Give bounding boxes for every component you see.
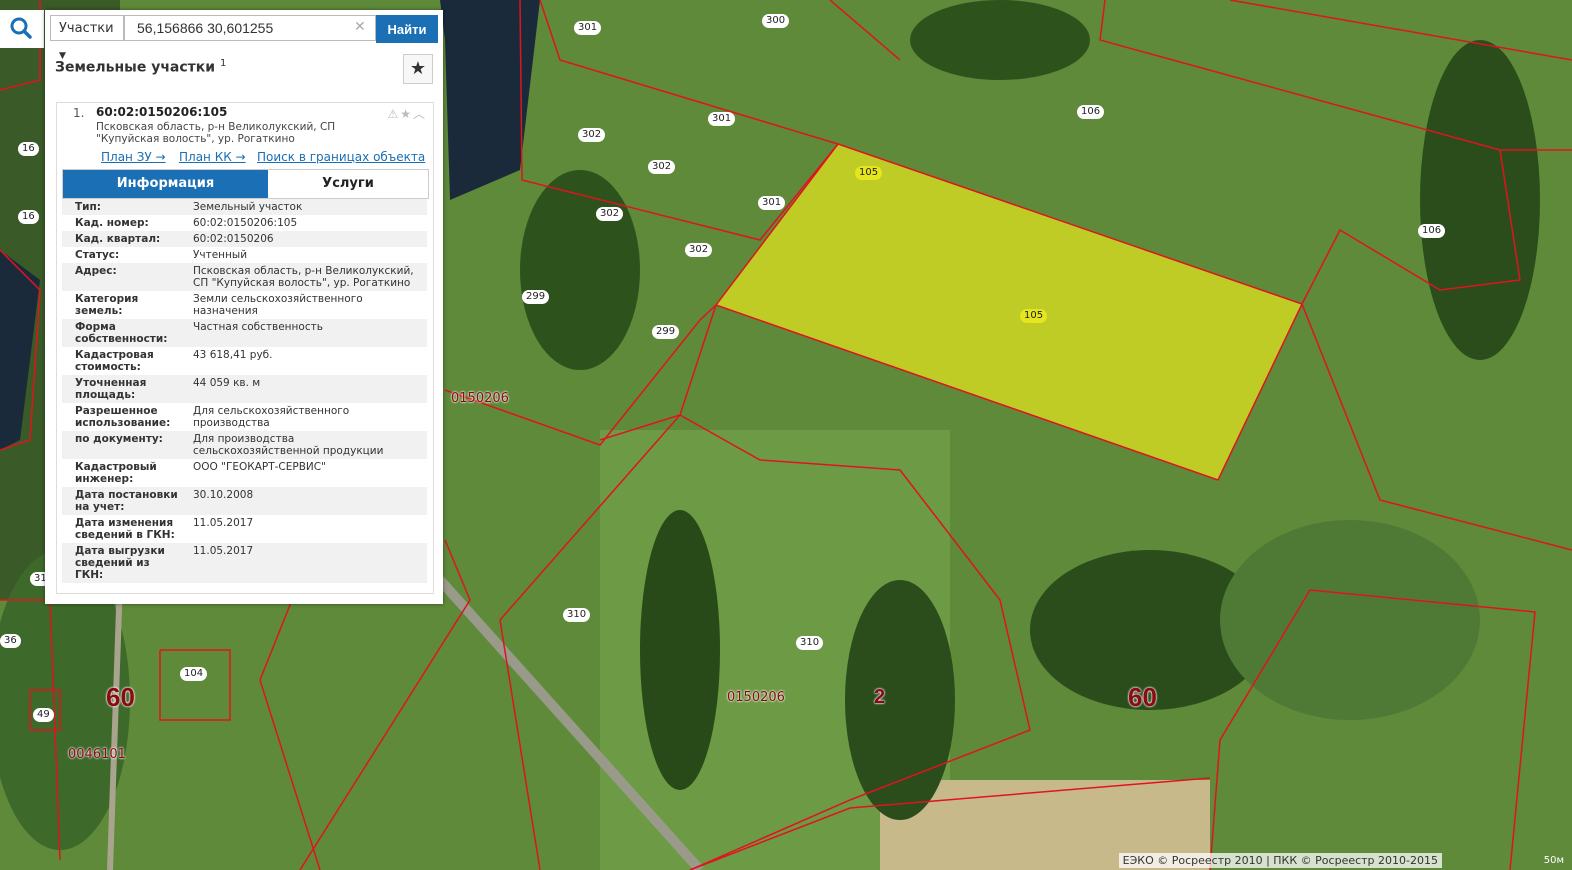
- parcel-label: 301: [574, 21, 602, 35]
- info-row: Кад. номер: 60:02:0150206:105: [62, 215, 427, 231]
- panel-title: Земельные участки 1: [55, 58, 227, 76]
- district-label: 60: [106, 682, 135, 712]
- info-row: Кадастровая стоимость: 43 618,41 руб.: [62, 347, 427, 375]
- info-key: Кад. номер:: [75, 217, 149, 229]
- caret-down-icon: ▼: [59, 51, 66, 61]
- warning-icon[interactable]: ⚠: [387, 107, 400, 121]
- parcel-card: 1. 60:02:0150206:105 Псковская область, …: [56, 102, 434, 594]
- tab-services[interactable]: Услуги: [268, 170, 428, 198]
- info-key: Категория земель:: [75, 293, 139, 317]
- info-value: 44 059 кв. м: [193, 377, 261, 389]
- info-key: Кад. квартал:: [75, 233, 161, 245]
- info-key: Дата выгрузки сведений из ГКН:: [75, 545, 165, 581]
- find-button[interactable]: Найти: [376, 15, 438, 43]
- info-row: Адрес: Псковская область, р-н Великолукск…: [62, 263, 427, 291]
- info-row: Форма собственности: Частная собственност…: [62, 319, 427, 347]
- info-row: Разрешенное использование: Для сельскохоз…: [62, 403, 427, 431]
- info-key: Кадастровая стоимость:: [75, 349, 154, 373]
- parcel-label: 302: [648, 160, 676, 174]
- info-row: Категория земель: Земли сельскохозяйствен…: [62, 291, 427, 319]
- info-row: Кад. квартал: 60:02:0150206: [62, 231, 427, 247]
- info-key: Уточненная площадь:: [75, 377, 147, 401]
- info-value: Учтенный: [193, 249, 248, 261]
- info-key: Статус:: [75, 249, 120, 261]
- parcel-label: 299: [652, 325, 680, 339]
- info-key: Разрешенное использование:: [75, 405, 171, 429]
- parcel-label: 16: [18, 210, 39, 224]
- info-value[interactable]: 60:02:0150206:105: [185, 215, 427, 231]
- info-key: по документу:: [75, 433, 163, 445]
- info-value: Для сельскохозяйственного производства: [193, 405, 350, 429]
- info-value: 11.05.2017: [193, 517, 254, 529]
- parcel-label: 104: [180, 667, 208, 681]
- favorites-button[interactable]: ★: [403, 54, 433, 84]
- info-value: Для производства сельскохозяйственной пр…: [193, 433, 384, 457]
- parcel-label: 106: [1077, 105, 1105, 119]
- scale-bar: 50м: [1543, 855, 1564, 866]
- tab-information[interactable]: Информация: [63, 170, 268, 198]
- info-value: ООО "ГЕОКАРТ-СЕРВИС": [193, 461, 326, 473]
- star-icon: ★: [409, 58, 427, 79]
- parcel-label: 16: [18, 142, 39, 156]
- parcel-label: 302: [578, 128, 606, 142]
- info-key: Тип:: [75, 201, 101, 213]
- chevron-up-icon[interactable]: ︿: [413, 107, 427, 121]
- result-count: 1: [219, 58, 227, 69]
- parcel-label: 310: [563, 608, 591, 622]
- info-key: Форма собственности:: [75, 321, 168, 345]
- parcel-label: 49: [33, 708, 54, 722]
- parcel-label: 299: [522, 290, 550, 304]
- info-value: Земли сельскохозяйственного назначения: [193, 293, 363, 317]
- parcel-info-table: Тип: Земельный участок Кад. номер: 60:02:01…: [62, 199, 427, 583]
- info-row: Тип: Земельный участок: [62, 199, 427, 215]
- info-key: Кадастровый инженер:: [75, 461, 157, 485]
- search-input[interactable]: [124, 15, 376, 41]
- info-value: 43 618,41 руб.: [193, 349, 273, 361]
- parcel-label: 302: [596, 207, 624, 221]
- info-value: Псковская область, р-н Великолукский, СП…: [193, 265, 414, 289]
- parcel-label: 300: [762, 14, 790, 28]
- card-actions: ⚠★︿: [387, 105, 427, 122]
- info-key: Дата постановки на учет:: [75, 489, 178, 513]
- info-row: Дата изменения сведений в ГКН: 11.05.2017: [62, 515, 427, 543]
- info-value: 11.05.2017: [193, 545, 254, 557]
- results-panel: Земельные участки 1 ★ 1. 60:02:0150206:1…: [45, 10, 443, 604]
- plan-zu-link[interactable]: План ЗУ →: [101, 150, 166, 164]
- parcel-label: 301: [758, 196, 786, 210]
- info-row: Статус: Учтенный: [62, 247, 427, 263]
- info-value: Земельный участок: [193, 201, 303, 213]
- quarter-label: 0150206: [727, 690, 785, 705]
- parcel-label: 36: [0, 634, 21, 648]
- result-index: 1.: [73, 106, 85, 120]
- info-row: Уточненная площадь: 44 059 кв. м: [62, 375, 427, 403]
- info-row: Дата постановки на учет: 30.10.2008: [62, 487, 427, 515]
- info-row: Кадастровый инженер: ООО "ГЕОКАРТ-СЕРВИС": [62, 459, 427, 487]
- attribution: ЕЭКО © Росреестр 2010 | ПКК © Росреестр …: [1118, 853, 1442, 868]
- quarter-label: 0150206: [451, 391, 509, 406]
- parcel-address: Псковская область, р-н Великолукский, СП…: [96, 121, 336, 145]
- district-label: 60: [1128, 682, 1157, 712]
- search-type-select[interactable]: Участки ▼: [50, 15, 124, 61]
- parcel-label-selected: 105: [1020, 309, 1048, 323]
- info-row: по документу: Для производства сельскохоз…: [62, 431, 427, 459]
- quarter-label: 0046101: [68, 747, 126, 762]
- search-icon[interactable]: [0, 10, 44, 48]
- parcel-label: 302: [685, 243, 713, 257]
- plan-kk-link[interactable]: План КК →: [179, 150, 246, 164]
- info-value[interactable]: 60:02:0150206: [185, 231, 427, 247]
- card-tabs: Информация Услуги: [62, 169, 429, 199]
- star-icon[interactable]: ★: [400, 107, 413, 121]
- district-label: 2: [874, 686, 886, 708]
- info-row: Дата выгрузки сведений из ГКН: 11.05.2017: [62, 543, 427, 583]
- parcel-label-selected: 105: [855, 166, 883, 180]
- clear-icon[interactable]: ✕: [354, 19, 366, 35]
- cadastral-number-title[interactable]: 60:02:0150206:105: [96, 105, 227, 119]
- info-key: Дата изменения сведений в ГКН:: [75, 517, 175, 541]
- parcel-label: 106: [1418, 224, 1446, 238]
- info-value: 30.10.2008: [193, 489, 254, 501]
- parcel-label: 310: [796, 636, 824, 650]
- info-value: Частная собственность: [193, 321, 323, 333]
- parcel-label: 301: [708, 112, 736, 126]
- info-key: Адрес:: [75, 265, 117, 277]
